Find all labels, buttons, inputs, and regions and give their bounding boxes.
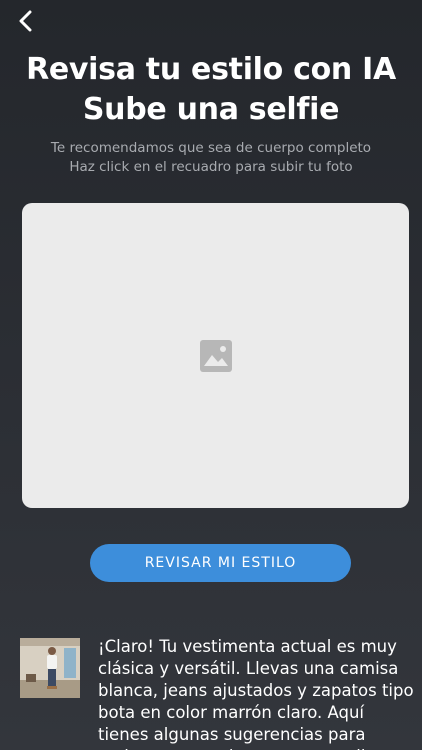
chevron-left-icon: [19, 10, 32, 32]
page-title: Revisa tu estilo con IA Sube una selfie: [0, 50, 422, 130]
title-line-2: Sube una selfie: [82, 92, 340, 127]
review-style-button[interactable]: REVISAR MI ESTILO: [90, 544, 351, 582]
instruction-line-2: Haz click en el recuadro para subir tu f…: [69, 159, 353, 175]
title-line-1: Revisa tu estilo con IA: [26, 52, 396, 87]
instruction-line-1: Te recomendamos que sea de cuerpo comple…: [50, 140, 372, 156]
back-button[interactable]: [14, 8, 40, 34]
instructions: Te recomendamos que sea de cuerpo comple…: [0, 139, 422, 177]
photo-upload-area[interactable]: [22, 203, 409, 508]
image-placeholder-icon: [199, 339, 232, 372]
outfit-photo-thumbnail: [20, 638, 80, 698]
style-result: ¡Claro! Tu vestimenta actual es muy clás…: [20, 636, 420, 750]
style-suggestion-text: ¡Claro! Tu vestimenta actual es muy clás…: [98, 637, 414, 750]
